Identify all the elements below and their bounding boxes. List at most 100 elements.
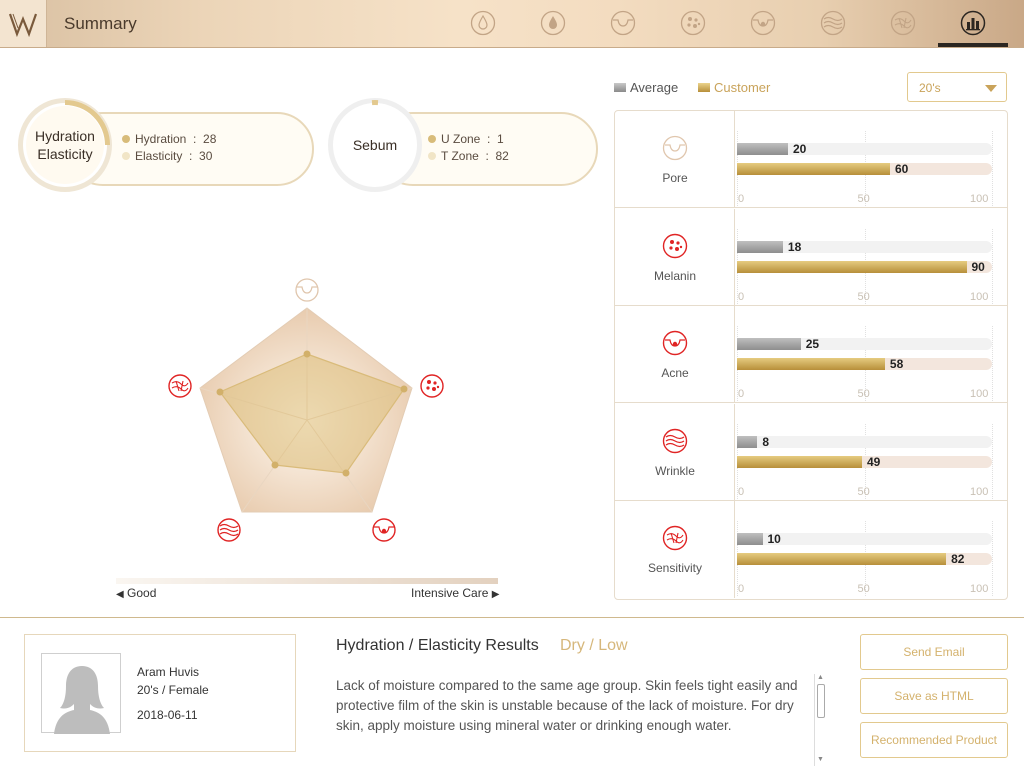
wrinkle-cus-track: 49: [737, 455, 992, 469]
tick-label: 100: [970, 193, 989, 205]
pore-avg-track: 20: [737, 142, 992, 156]
radar-wrinkle-icon: [217, 518, 241, 542]
pore-cus-track: 60: [737, 162, 992, 176]
result-description: Lack of moisture compared to the same ag…: [336, 678, 798, 733]
bar-row-pore: Pore 20 60 0 50 100: [615, 111, 1007, 208]
scroll-up-icon[interactable]: ▲: [817, 674, 824, 681]
bar-row-label: Wrinkle: [615, 403, 735, 501]
melanin-cus-value: 90: [971, 259, 985, 274]
scroll-thumb[interactable]: [817, 684, 825, 718]
tick-label: 50: [857, 193, 870, 205]
sensitivity-avg-track: 10: [737, 532, 992, 547]
sebum-gauge[interactable]: Sebum: [328, 98, 422, 192]
radar-point: [342, 469, 350, 477]
page-title: Summary: [64, 14, 137, 33]
tick-label: 100: [970, 583, 989, 596]
melanin-cus-bar: [737, 260, 967, 273]
pore-avg-bar: [737, 143, 788, 155]
u-zone-dot: [428, 134, 436, 143]
melanin-avg-bar: [737, 240, 783, 253]
nav-wrinkle-icon[interactable]: [820, 10, 846, 36]
wrinkle-avg-value: 8: [762, 434, 770, 449]
result-scrollbar[interactable]: ▲ ▼: [814, 674, 826, 766]
gridline: [992, 131, 993, 206]
sensitivity-avg-value: 10: [767, 532, 781, 547]
melanin-cus-track: 90: [737, 259, 992, 274]
legend-customer: Customer: [698, 80, 770, 95]
nav-active-indicator: [938, 43, 1008, 47]
nav-melanin-icon[interactable]: [680, 10, 706, 36]
result-tag: Dry / Low: [560, 637, 628, 654]
tick-label: 0: [738, 485, 745, 498]
sebum-gauge-label: Sebum: [336, 106, 414, 184]
customer-name: Aram Huvis: [137, 665, 200, 679]
acne-cus-track: 58: [737, 357, 992, 372]
customer-profile-card: Aram Huvis 20's / Female 2018-06-11: [24, 634, 296, 752]
bar-row-label: Sensitivity: [615, 501, 735, 599]
bar-row-sensitivity: Sensitivity 10 82 0 50 100: [615, 501, 1007, 599]
radar-acne-icon: [372, 518, 396, 542]
arrow-left-icon: ◀: [116, 589, 124, 600]
legend-average: Average: [614, 80, 678, 95]
nav-pore-icon[interactable]: [610, 10, 636, 36]
result-title: Hydration / Elasticity Results: [336, 637, 539, 654]
tick-label: 0: [738, 388, 745, 401]
nav-summary-icon[interactable]: [960, 10, 986, 36]
recommended-product-button[interactable]: Recommended Product: [860, 722, 1008, 758]
elasticity-dot: [122, 151, 130, 160]
tick-label: 50: [857, 485, 870, 498]
bar-row-label: Melanin: [615, 208, 735, 306]
sensitivity-cus-bar: [737, 553, 947, 566]
gridline: [992, 228, 993, 304]
wrinkle-icon: [662, 428, 688, 453]
nav-sebum-icon[interactable]: [540, 10, 566, 36]
save-html-button[interactable]: Save as HTML: [860, 678, 1008, 714]
radar-pore-icon: [295, 278, 319, 302]
bar-row-label: Acne: [615, 306, 735, 404]
category-label: Acne: [661, 366, 689, 381]
melanin-icon: [662, 233, 688, 258]
pore-cus-value: 60: [895, 162, 909, 176]
category-label: Pore: [662, 171, 688, 185]
bar-row-melanin: Melanin 18 90 0 50 100: [615, 208, 1007, 306]
nav-acne-icon[interactable]: [750, 10, 776, 36]
nav-sensitivity-icon[interactable]: [890, 10, 916, 36]
scale-intensive-label: Intensive Care ▶: [411, 586, 500, 600]
avatar-icon: [54, 666, 110, 734]
scroll-down-icon[interactable]: ▼: [817, 756, 824, 763]
hydration-gauge[interactable]: Hydration Elasticity: [18, 98, 112, 192]
chevron-down-icon[interactable]: [985, 85, 997, 92]
wrinkle-avg-track: 8: [737, 434, 992, 449]
radar-point: [271, 461, 279, 469]
age-group-value: 20's: [919, 81, 941, 95]
age-group-select[interactable]: 20's: [907, 72, 1007, 102]
care-scale-bar: [116, 578, 498, 584]
sensitivity-icon: [662, 526, 688, 551]
melanin-avg-value: 18: [787, 239, 802, 254]
tick-label: 0: [738, 290, 745, 303]
radar-point: [400, 385, 408, 393]
bar-row-acne: Acne 25 58 0 50 100: [615, 306, 1007, 404]
acne-cus-value: 58: [889, 357, 904, 372]
melanin-avg-track: 18: [737, 239, 992, 254]
arrow-right-icon: ▶: [491, 589, 500, 600]
elasticity-stat: Elasticity : 30: [122, 149, 212, 163]
wrinkle-avg-bar: [737, 435, 758, 448]
hydration-stat: Hydration : 28: [122, 132, 216, 146]
section-divider: [0, 617, 1024, 618]
scale-good-label: ◀ Good: [116, 586, 157, 600]
send-email-button[interactable]: Send Email: [860, 634, 1008, 670]
comparison-bar-chart: Pore 20 60 0 50 100 Melanin 18 90 0 50 100 Acne 25 58 0…: [614, 110, 1008, 600]
nav-hydration-icon[interactable]: [470, 10, 496, 36]
tick-label: 0: [738, 583, 745, 596]
measure-date: 2018-06-11: [137, 708, 198, 722]
pore-cus-bar: [737, 163, 890, 175]
sensitivity-avg-bar: [737, 533, 763, 546]
tick-label: 100: [970, 388, 989, 401]
radar-sensitivity-icon: [168, 374, 192, 398]
customer-age-gender: 20's / Female: [137, 683, 209, 697]
bar-row-label: Pore: [615, 111, 735, 208]
pore-icon: [662, 135, 688, 161]
radar-point: [216, 388, 224, 396]
brand-logo[interactable]: [0, 0, 47, 47]
